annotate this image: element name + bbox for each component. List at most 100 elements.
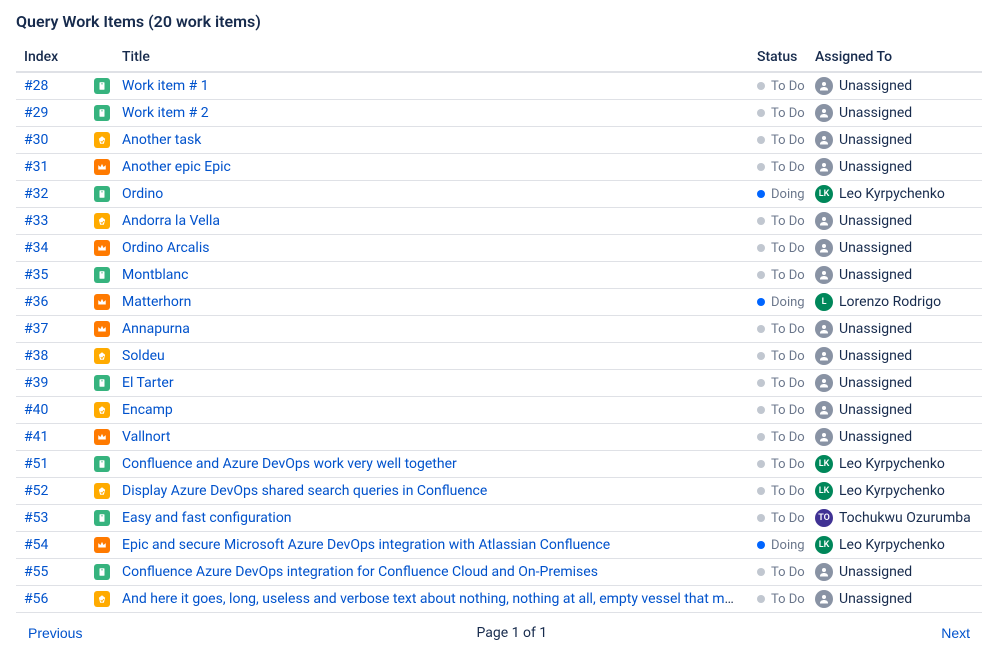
assignee-name: Lorenzo Rodrigo xyxy=(839,294,941,310)
work-item-index-link[interactable]: #56 xyxy=(24,591,48,607)
work-item-title-link[interactable]: Confluence Azure DevOps integration for … xyxy=(122,564,598,580)
status-dot-icon xyxy=(757,433,765,441)
work-item-title-link[interactable]: Work item # 2 xyxy=(122,105,209,121)
unassigned-avatar-icon xyxy=(815,266,833,284)
work-item-title-link[interactable]: Montblanc xyxy=(122,267,188,283)
unassigned-avatar-icon xyxy=(815,239,833,257)
col-header-index[interactable]: Index xyxy=(16,43,94,72)
assignee-cell[interactable]: Unassigned xyxy=(815,374,974,392)
status-label: To Do xyxy=(771,592,805,607)
table-row: #34Ordino ArcalisTo DoUnassigned xyxy=(16,235,982,262)
work-item-index-link[interactable]: #41 xyxy=(24,429,48,445)
work-item-index-link[interactable]: #34 xyxy=(24,240,48,256)
status-cell: To Do xyxy=(757,268,799,283)
work-item-title-link[interactable]: Ordino Arcalis xyxy=(122,240,209,256)
assignee-cell[interactable]: Unassigned xyxy=(815,131,974,149)
assignee-name: Unassigned xyxy=(839,240,912,256)
status-label: To Do xyxy=(771,565,805,580)
previous-button[interactable]: Previous xyxy=(20,621,90,645)
assignee-cell[interactable]: Unassigned xyxy=(815,347,974,365)
assignee-name: Unassigned xyxy=(839,267,912,283)
table-row: #35 Montblanc To Do Unassigned xyxy=(16,262,982,289)
assignee-name: Unassigned xyxy=(839,402,912,418)
table-row: #41VallnortTo DoUnassigned xyxy=(16,424,982,451)
status-label: To Do xyxy=(771,106,805,121)
status-label: To Do xyxy=(771,376,805,391)
work-item-title-link[interactable]: Andorra la Vella xyxy=(122,213,220,229)
unassigned-avatar-icon xyxy=(815,347,833,365)
work-item-index-link[interactable]: #35 xyxy=(24,267,48,283)
work-item-title-link[interactable]: Vallnort xyxy=(122,429,170,445)
work-item-index-link[interactable]: #39 xyxy=(24,375,48,391)
work-item-title-link[interactable]: Another epic Epic xyxy=(122,159,231,175)
assignee-cell[interactable]: Unassigned xyxy=(815,428,974,446)
assignee-cell[interactable]: Unassigned xyxy=(815,104,974,122)
work-item-index-link[interactable]: #29 xyxy=(24,105,48,121)
work-item-title-link[interactable]: Another task xyxy=(122,132,201,148)
work-item-title-link[interactable]: Epic and secure Microsoft Azure DevOps i… xyxy=(122,537,610,553)
assignee-cell[interactable]: LKLeo Kyrpychenko xyxy=(815,185,974,203)
work-item-title-link[interactable]: Annapurna xyxy=(122,321,190,337)
status-cell: To Do xyxy=(757,403,799,418)
next-button[interactable]: Next xyxy=(933,621,978,645)
assignee-cell[interactable]: Unassigned xyxy=(815,158,974,176)
assignee-cell[interactable]: LKLeo Kyrpychenko xyxy=(815,536,974,554)
work-item-index-link[interactable]: #52 xyxy=(24,483,48,499)
unassigned-avatar-icon xyxy=(815,131,833,149)
work-item-title-link[interactable]: Easy and fast configuration xyxy=(122,510,292,526)
assignee-cell[interactable]: LKLeo Kyrpychenko xyxy=(815,455,974,473)
assignee-name: Unassigned xyxy=(839,348,912,364)
status-cell: Doing xyxy=(757,538,799,553)
status-label: To Do xyxy=(771,484,805,499)
work-item-title-link[interactable]: Soldeu xyxy=(122,348,165,364)
assignee-cell[interactable]: Unassigned xyxy=(815,212,974,230)
assignee-cell[interactable]: Unassigned xyxy=(815,320,974,338)
col-header-assigned[interactable]: Assigned To xyxy=(807,43,982,72)
unassigned-avatar-icon xyxy=(815,158,833,176)
unassigned-avatar-icon xyxy=(815,320,833,338)
assignee-cell[interactable]: TOTochukwu Ozurumba xyxy=(815,509,974,527)
assignee-cell[interactable]: Unassigned xyxy=(815,563,974,581)
work-item-index-link[interactable]: #54 xyxy=(24,537,48,553)
assignee-cell[interactable]: LKLeo Kyrpychenko xyxy=(815,482,974,500)
work-item-index-link[interactable]: #30 xyxy=(24,132,48,148)
status-label: To Do xyxy=(771,160,805,175)
assignee-cell[interactable]: LLorenzo Rodrigo xyxy=(815,293,974,311)
work-item-title-link[interactable]: Encamp xyxy=(122,402,173,418)
work-item-index-link[interactable]: #38 xyxy=(24,348,48,364)
assignee-name: Unassigned xyxy=(839,321,912,337)
work-item-title-link[interactable]: El Tarter xyxy=(122,375,174,391)
work-item-index-link[interactable]: #32 xyxy=(24,186,48,202)
assignee-cell[interactable]: Unassigned xyxy=(815,266,974,284)
work-item-index-link[interactable]: #51 xyxy=(24,456,48,472)
table-row: #38SoldeuTo DoUnassigned xyxy=(16,343,982,370)
assignee-cell[interactable]: Unassigned xyxy=(815,590,974,608)
work-item-index-link[interactable]: #33 xyxy=(24,213,48,229)
task-type-icon xyxy=(94,186,110,202)
assignee-cell[interactable]: Unassigned xyxy=(815,77,974,95)
status-dot-icon xyxy=(757,244,765,252)
status-dot-icon xyxy=(757,541,765,549)
work-item-index-link[interactable]: #37 xyxy=(24,321,48,337)
user-avatar-icon: LK xyxy=(815,185,833,203)
work-item-index-link[interactable]: #28 xyxy=(24,78,48,94)
work-item-title-link[interactable]: And here it goes, long, useless and verb… xyxy=(122,591,749,607)
work-item-title-link[interactable]: Work item # 1 xyxy=(122,78,209,94)
status-cell: Doing xyxy=(757,295,799,310)
work-item-title-link[interactable]: Confluence and Azure DevOps work very we… xyxy=(122,456,457,472)
col-header-title[interactable]: Title xyxy=(114,43,749,72)
work-item-title-link[interactable]: Display Azure DevOps shared search queri… xyxy=(122,483,487,499)
crown-type-icon xyxy=(94,537,110,553)
work-item-index-link[interactable]: #55 xyxy=(24,564,48,580)
work-item-index-link[interactable]: #40 xyxy=(24,402,48,418)
assignee-cell[interactable]: Unassigned xyxy=(815,239,974,257)
work-item-title-link[interactable]: Ordino xyxy=(122,186,163,202)
work-item-index-link[interactable]: #53 xyxy=(24,510,48,526)
assignee-cell[interactable]: Unassigned xyxy=(815,401,974,419)
work-item-index-link[interactable]: #36 xyxy=(24,294,48,310)
status-cell: To Do xyxy=(757,79,799,94)
col-header-status[interactable]: Status xyxy=(749,43,807,72)
status-cell: To Do xyxy=(757,214,799,229)
work-item-index-link[interactable]: #31 xyxy=(24,159,48,175)
work-item-title-link[interactable]: Matterhorn xyxy=(122,294,191,310)
